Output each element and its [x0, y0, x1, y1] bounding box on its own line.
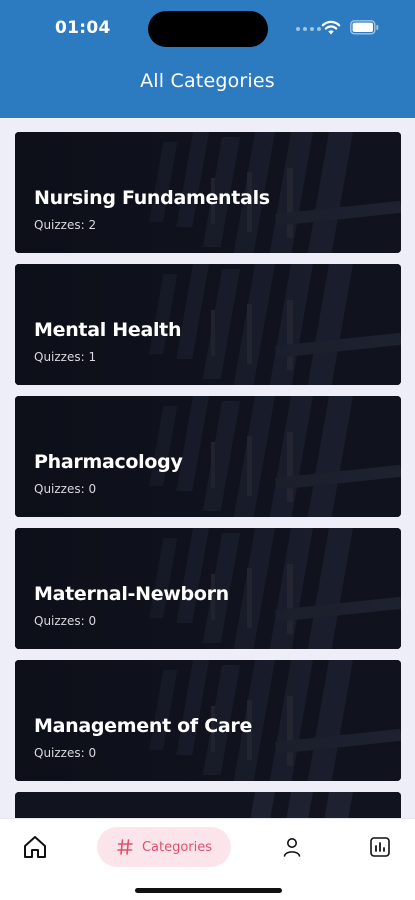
- quizzes-count: Quizzes: 1: [34, 350, 97, 364]
- tab-categories[interactable]: Categories: [97, 827, 231, 867]
- hashtag-icon: [117, 839, 133, 855]
- quizzes-count: Quizzes: 2: [34, 218, 97, 232]
- category-title: Pharmacology: [34, 451, 183, 473]
- category-title: Management of Care: [34, 715, 253, 737]
- category-title: Nursing Fundamentals: [34, 187, 270, 209]
- category-card-pharmacology[interactable]: Pharmacology Quizzes: 0: [15, 396, 401, 517]
- cellular-signal-icon: [296, 27, 321, 31]
- category-card-partial[interactable]: [15, 792, 401, 818]
- app-header: 01:04 All Categories: [0, 0, 415, 118]
- quizzes-count: Quizzes: 0: [34, 614, 97, 628]
- quizzes-count: Quizzes: 0: [34, 482, 97, 496]
- page-title: All Categories: [140, 70, 275, 92]
- category-title: Mental Health: [34, 319, 182, 341]
- home-indicator: [135, 888, 282, 893]
- category-title: Maternal-Newborn: [34, 583, 229, 605]
- status-time: 01:04: [55, 18, 111, 38]
- user-icon[interactable]: [281, 836, 303, 858]
- category-card-nursing-fundamentals[interactable]: Nursing Fundamentals Quizzes: 2: [15, 132, 401, 253]
- quizzes-count: Quizzes: 0: [34, 746, 97, 760]
- category-list[interactable]: Nursing Fundamentals Quizzes: 2 Mental H…: [15, 132, 401, 818]
- battery-icon: [350, 20, 379, 35]
- card-background-image: [15, 792, 401, 818]
- tab-categories-label: Categories: [141, 839, 213, 855]
- bar-chart-icon[interactable]: [369, 836, 391, 858]
- category-card-mental-health[interactable]: Mental Health Quizzes: 1: [15, 264, 401, 385]
- home-icon[interactable]: [22, 834, 48, 860]
- category-card-maternal-newborn[interactable]: Maternal-Newborn Quizzes: 0: [15, 528, 401, 649]
- category-card-management-of-care[interactable]: Management of Care Quizzes: 0: [15, 660, 401, 781]
- wifi-icon: [321, 20, 341, 35]
- dynamic-island: [148, 11, 268, 47]
- status-bar: 01:04: [0, 0, 415, 56]
